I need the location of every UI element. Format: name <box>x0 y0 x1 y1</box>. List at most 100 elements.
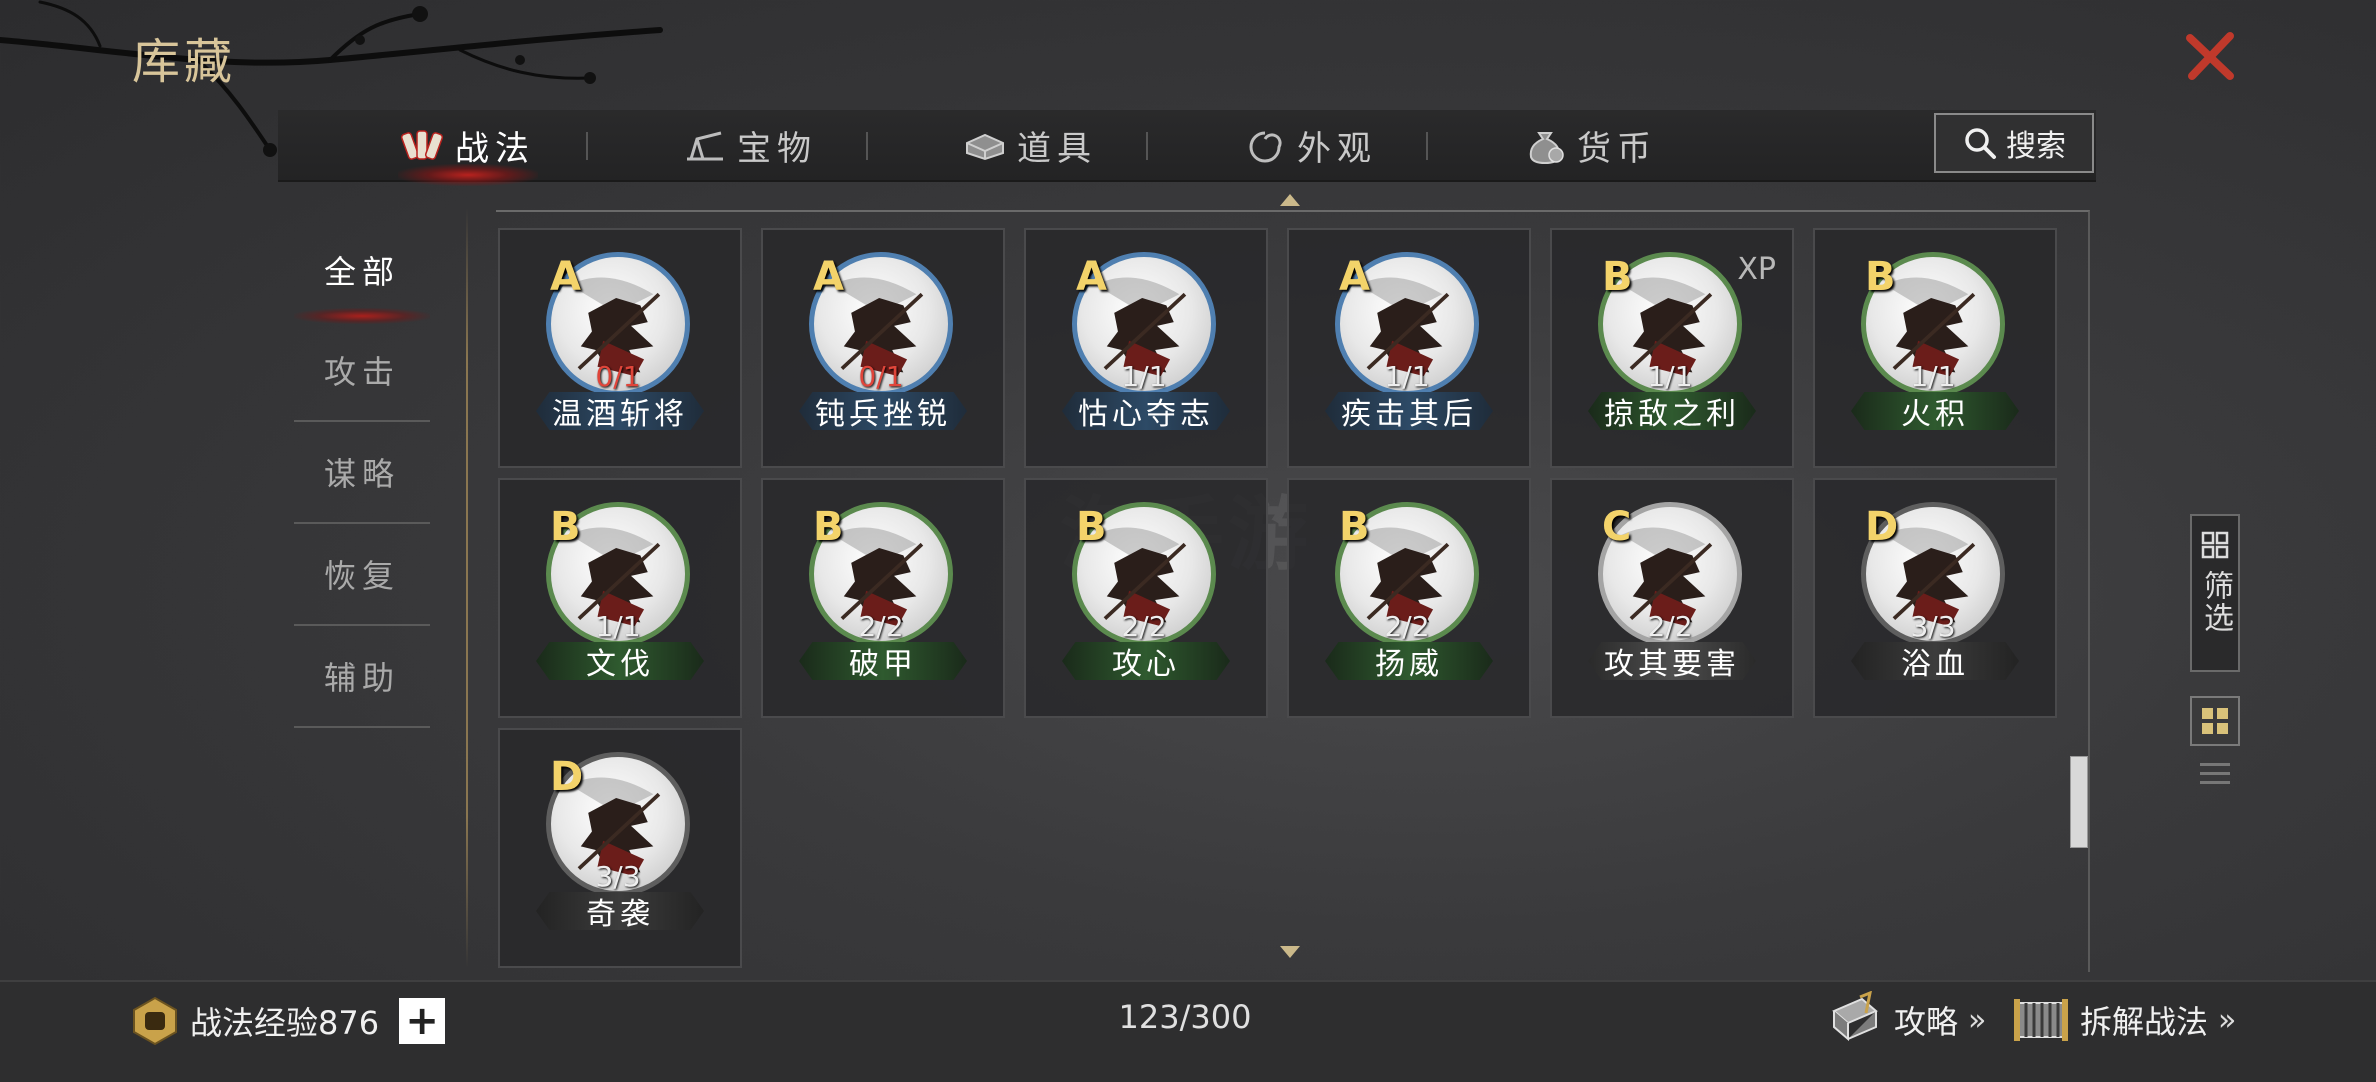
grade-badge: B <box>1865 254 1896 300</box>
add-exp-button[interactable]: + <box>399 998 446 1044</box>
tab-items[interactable]: 道具 <box>940 110 1120 180</box>
owned-count: 3/3 <box>1910 610 1956 643</box>
skill-card[interactable]: B 2/2 扬威 <box>1287 478 1531 718</box>
owned-count: 1/1 <box>1647 360 1693 393</box>
tab-divider <box>1426 132 1428 160</box>
scroll-bundle-icon <box>401 130 444 160</box>
owned-count: 2/2 <box>858 610 904 643</box>
chevron-right-icon: » <box>1968 1002 1987 1038</box>
grid-view-toggle[interactable] <box>2190 696 2240 746</box>
search-label: 搜索 <box>2006 129 2066 164</box>
skill-name: 文伐 <box>536 642 704 680</box>
skill-name: 攻心 <box>1062 642 1230 680</box>
owned-count: 2/2 <box>1121 610 1167 643</box>
skill-name: 怙心夺志 <box>1062 392 1230 430</box>
page-title: 库藏 <box>132 34 237 90</box>
skill-name: 火积 <box>1851 392 2019 430</box>
owned-count: 1/1 <box>1121 360 1167 393</box>
grade-badge: A <box>813 254 844 300</box>
skill-card[interactable]: B 2/2 攻心 <box>1024 478 1268 718</box>
chevron-right-icon: » <box>2218 1002 2237 1038</box>
tab-divider <box>1146 132 1148 160</box>
filter-button[interactable]: 筛选 <box>2190 514 2240 672</box>
tab-label: 道具 <box>1017 128 1097 169</box>
skill-card[interactable]: A 1/1 疾击其后 <box>1287 228 1531 468</box>
tab-tactics[interactable]: 战法 <box>378 110 558 186</box>
skill-card[interactable]: A 0/1 温酒斩将 <box>498 228 742 468</box>
dismantle-label: 拆解战法 <box>2080 1003 2209 1041</box>
sidebar-item-recovery[interactable]: 恢复 <box>294 524 430 626</box>
grid-scrollbar[interactable] <box>2070 756 2088 848</box>
skill-card[interactable]: B 1/1 火积 <box>1813 228 2057 468</box>
filter-grid-icon <box>2201 531 2229 559</box>
sidebar-item-all[interactable]: 全部 <box>294 220 430 324</box>
guide-book-icon <box>1832 991 1878 1042</box>
filter-label: 筛选 <box>2198 570 2233 634</box>
money-bag-icon <box>1529 132 1564 165</box>
skill-card[interactable]: D 3/3 浴血 <box>1813 478 2057 718</box>
owned-count: 0/1 <box>595 360 641 393</box>
grade-badge: A <box>1339 254 1370 300</box>
skill-card[interactable]: A 0/1 钝兵挫锐 <box>761 228 1005 468</box>
grade-badge: B <box>1602 254 1633 300</box>
tab-label: 货币 <box>1577 128 1657 169</box>
scroll-dismantle-icon <box>2014 999 2068 1041</box>
skill-card[interactable]: B XP 1/1 掠敌之利 <box>1550 228 1794 468</box>
grade-badge: D <box>550 754 584 800</box>
scroll-down-arrow-icon[interactable] <box>1280 946 1300 958</box>
search-icon <box>1965 128 1996 159</box>
skill-card[interactable]: D 3/3 奇袭 <box>498 728 742 968</box>
search-button[interactable]: 搜索 <box>1934 113 2094 173</box>
tab-label: 外观 <box>1297 128 1377 169</box>
skill-type-sidebar: 全部 攻击 谋略 恢复 辅助 <box>294 220 430 728</box>
sidebar-item-label: 攻击 <box>323 353 400 391</box>
sidebar-item-label: 辅助 <box>323 659 400 697</box>
swirl-icon <box>1249 131 1282 163</box>
skill-count: 123/300 <box>1118 998 1252 1036</box>
sidebar-item-label: 谋略 <box>323 455 400 493</box>
grade-badge: B <box>1076 504 1107 550</box>
scroll-up-arrow-icon[interactable] <box>1280 194 1300 206</box>
guide-button[interactable]: 攻略 » <box>1826 990 1987 1050</box>
skill-card[interactable]: B 2/2 破甲 <box>761 478 1005 718</box>
skill-name: 攻其要害 <box>1588 642 1756 680</box>
tab-label: 战法 <box>455 128 535 169</box>
skill-name: 温酒斩将 <box>536 392 704 430</box>
owned-count: 2/2 <box>1647 610 1693 643</box>
tactic-exp-display: 战法经验876 + <box>130 996 446 1046</box>
tab-appearance[interactable]: 外观 <box>1220 110 1400 180</box>
sidebar-item-strategy[interactable]: 谋略 <box>294 422 430 524</box>
grade-badge: A <box>550 254 581 300</box>
owned-count: 1/1 <box>1910 360 1956 393</box>
skill-name: 扬威 <box>1325 642 1493 680</box>
tab-divider <box>586 132 588 160</box>
owned-count: 3/3 <box>595 860 641 893</box>
grid-view-icon <box>2202 708 2228 734</box>
sidebar-item-support[interactable]: 辅助 <box>294 626 430 728</box>
grade-badge: B <box>813 504 844 550</box>
skill-name: 钝兵挫锐 <box>799 392 967 430</box>
skill-name: 疾击其后 <box>1325 392 1493 430</box>
list-view-toggle[interactable] <box>2190 754 2240 794</box>
owned-count: 2/2 <box>1384 610 1430 643</box>
close-icon[interactable] <box>2180 26 2240 86</box>
grade-badge: D <box>1865 504 1899 550</box>
owned-count: 1/1 <box>595 610 641 643</box>
grade-badge: C <box>1602 504 1632 550</box>
grade-badge: A <box>1076 254 1107 300</box>
skill-name: 浴血 <box>1851 642 2019 680</box>
owned-count: 1/1 <box>1384 360 1430 393</box>
tab-currency[interactable]: 货币 <box>1500 110 1680 180</box>
sidebar-item-attack[interactable]: 攻击 <box>294 320 430 422</box>
skill-card[interactable]: B 1/1 文伐 <box>498 478 742 718</box>
xp-tag: XP <box>1737 252 1776 287</box>
tab-label: 宝物 <box>737 128 817 169</box>
sidebar-divider <box>466 208 468 968</box>
fist-badge-icon <box>133 996 177 1046</box>
skill-card[interactable]: C 2/2 攻其要害 <box>1550 478 1794 718</box>
dismantle-button[interactable]: 拆解战法 » <box>2012 990 2237 1050</box>
treasure-icon <box>687 131 723 161</box>
tab-treasure[interactable]: 宝物 <box>660 110 840 180</box>
skill-name: 掠敌之利 <box>1588 392 1756 430</box>
skill-card[interactable]: A 1/1 怙心夺志 <box>1024 228 1268 468</box>
